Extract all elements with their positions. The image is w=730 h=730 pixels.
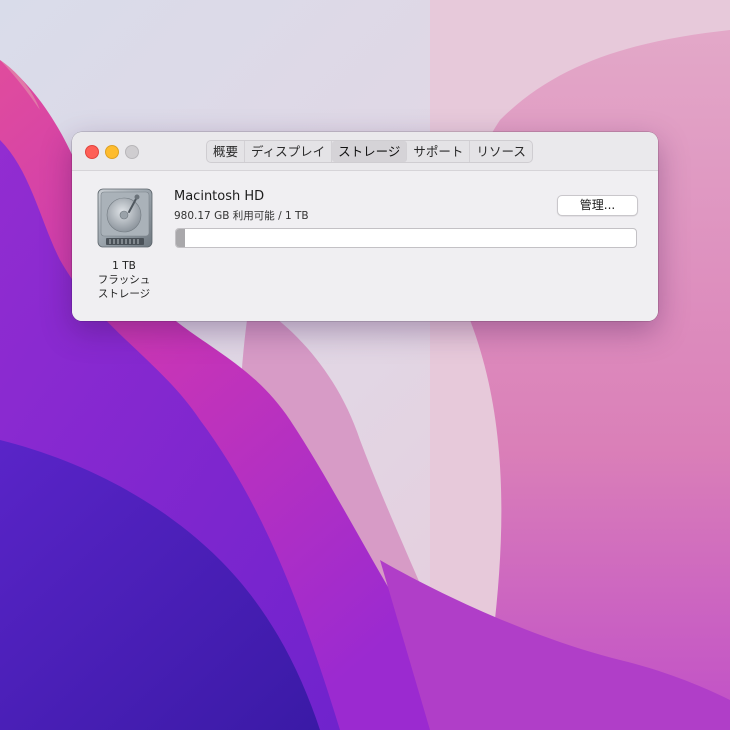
title-bar[interactable]: 概要 ディスプレイ ストレージ サポート リソース [72, 132, 658, 171]
tab-overview[interactable]: 概要 [207, 141, 246, 162]
tab-storage[interactable]: ストレージ [332, 141, 408, 162]
disk-capacity: 1 TB [112, 260, 136, 272]
tab-bar: 概要 ディスプレイ ストレージ サポート リソース [206, 140, 533, 163]
volume-name: Macintosh HD [174, 189, 265, 204]
volume-availability: 980.17 GB 利用可能 / 1 TB [174, 210, 309, 222]
close-button[interactable] [85, 145, 99, 159]
system-info-window: 概要 ディスプレイ ストレージ サポート リソース 1 TB フラッシュ ストレ… [72, 132, 658, 321]
tab-support[interactable]: サポート [407, 141, 471, 162]
disk-caption: 1 TB フラッシュ ストレージ [86, 259, 162, 301]
desktop-wallpaper [0, 0, 730, 730]
storage-usage-bar [175, 228, 637, 248]
minimize-button[interactable] [105, 145, 119, 159]
tab-displays[interactable]: ディスプレイ [245, 141, 333, 162]
manage-button[interactable]: 管理... [557, 195, 638, 216]
storage-panel: 1 TB フラッシュ ストレージ Macintosh HD 980.17 GB … [72, 171, 658, 321]
zoom-button[interactable] [125, 145, 139, 159]
tab-resources[interactable]: リソース [470, 141, 531, 162]
disk-type-line2: ストレージ [97, 288, 151, 300]
hard-drive-icon [97, 188, 153, 248]
disk-type-line1: フラッシュ [97, 274, 151, 286]
storage-usage-fill [176, 229, 186, 247]
